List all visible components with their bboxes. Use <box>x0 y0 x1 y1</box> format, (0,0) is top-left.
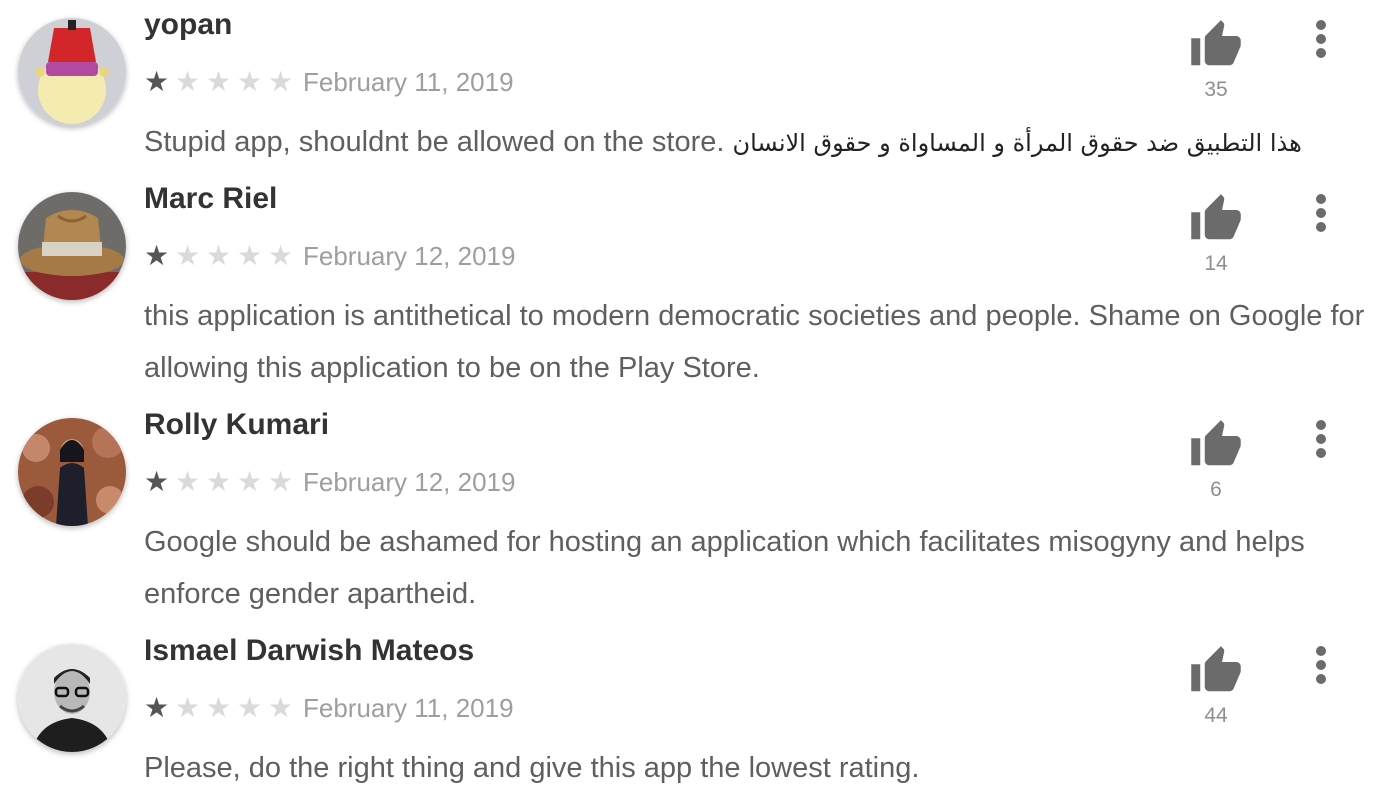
rating-row: ★ ★ ★ ★ ★ February 12, 2019 <box>144 238 515 274</box>
star-empty-icon: ★ <box>268 239 294 272</box>
more-vert-icon[interactable] <box>1306 20 1336 68</box>
reviews-list: yopan ★ ★ ★ ★ ★ February 11, 2019 Stupid app… <box>0 0 1394 786</box>
star-rating: ★ ★ ★ ★ ★ <box>144 694 299 722</box>
avatar[interactable] <box>18 192 126 300</box>
star-empty-icon: ★ <box>175 691 201 724</box>
star-empty-icon: ★ <box>206 239 232 272</box>
thumbs-up-icon <box>1191 646 1241 692</box>
star-filled-icon: ★ <box>144 239 170 272</box>
star-empty-icon: ★ <box>268 65 294 98</box>
star-empty-icon: ★ <box>175 465 201 498</box>
review-text-en: Google should be ashamed for hosting an … <box>144 526 1313 610</box>
rating-row: ★ ★ ★ ★ ★ February 11, 2019 <box>144 64 514 100</box>
star-filled-icon: ★ <box>144 65 170 98</box>
star-filled-icon: ★ <box>144 465 170 498</box>
avatar-red-fez-icon <box>18 18 126 126</box>
star-empty-icon: ★ <box>237 239 263 272</box>
thumbs-up-icon <box>1191 20 1241 66</box>
review-text-en: Please, do the right thing and give this… <box>144 752 920 784</box>
helpful-count: 6 <box>1210 478 1222 501</box>
review-date: February 11, 2019 <box>303 66 514 97</box>
star-empty-icon: ★ <box>175 65 201 98</box>
star-rating: ★ ★ ★ ★ ★ <box>144 242 299 270</box>
helpful-button[interactable] <box>1188 644 1244 698</box>
star-empty-icon: ★ <box>206 465 232 498</box>
star-empty-icon: ★ <box>237 65 263 98</box>
review-text-ar: هذا التطبيق ضد حقوق المرأة و المساواة و … <box>732 129 1302 157</box>
avatar[interactable] <box>18 18 126 126</box>
more-vert-icon[interactable] <box>1306 420 1336 468</box>
star-empty-icon: ★ <box>206 65 232 98</box>
thumbs-up-icon <box>1191 420 1241 466</box>
star-empty-icon: ★ <box>268 465 294 498</box>
star-empty-icon: ★ <box>237 691 263 724</box>
review-text: Please, do the right thing and give this… <box>144 742 1384 786</box>
review-text-en: Stupid app, shouldnt be allowed on the s… <box>144 126 733 158</box>
helpful-button[interactable] <box>1188 418 1244 472</box>
star-empty-icon: ★ <box>206 691 232 724</box>
review-text-en: this application is antithetical to mode… <box>144 300 1373 384</box>
star-rating: ★ ★ ★ ★ ★ <box>144 68 299 96</box>
avatar-man-glasses-icon <box>18 644 126 752</box>
star-empty-icon: ★ <box>175 239 201 272</box>
star-empty-icon: ★ <box>237 465 263 498</box>
helpful-button[interactable] <box>1188 18 1244 72</box>
star-rating: ★ ★ ★ ★ ★ <box>144 468 299 496</box>
rating-row: ★ ★ ★ ★ ★ February 12, 2019 <box>144 464 515 500</box>
review-text: this application is antithetical to mode… <box>144 290 1384 394</box>
review-author: Rolly Kumari <box>144 408 330 441</box>
review-author: Marc Riel <box>144 182 278 215</box>
helpful-button[interactable] <box>1188 192 1244 246</box>
more-vert-icon[interactable] <box>1306 646 1336 694</box>
star-filled-icon: ★ <box>144 691 170 724</box>
review-author: yopan <box>144 8 233 41</box>
rating-row: ★ ★ ★ ★ ★ February 11, 2019 <box>144 690 514 726</box>
review-date: February 12, 2019 <box>303 240 516 271</box>
avatar[interactable] <box>18 644 126 752</box>
avatar-woman-photo-icon <box>18 418 126 526</box>
more-vert-icon[interactable] <box>1306 194 1336 242</box>
star-empty-icon: ★ <box>268 691 294 724</box>
review-author: Ismael Darwish Mateos <box>144 634 475 667</box>
review-date: February 11, 2019 <box>303 692 514 723</box>
review-date: February 12, 2019 <box>303 466 516 497</box>
helpful-count: 14 <box>1204 252 1228 275</box>
helpful-count: 44 <box>1204 704 1228 727</box>
helpful-count: 35 <box>1204 78 1228 101</box>
avatar-brown-hat-icon <box>18 192 126 300</box>
review-text: Stupid app, shouldnt be allowed on the s… <box>144 116 1384 169</box>
review-text: Google should be ashamed for hosting an … <box>144 516 1384 620</box>
avatar[interactable] <box>18 418 126 526</box>
thumbs-up-icon <box>1191 194 1241 240</box>
